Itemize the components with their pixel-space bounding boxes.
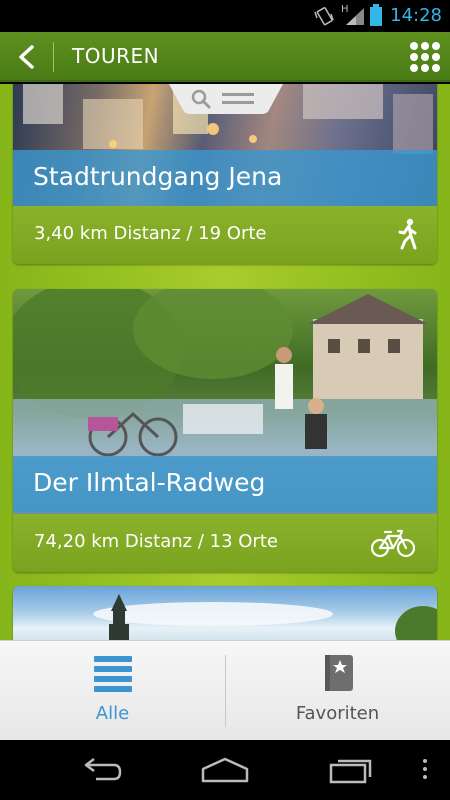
home-nav-icon[interactable] (200, 755, 250, 785)
clock: 14:28 (390, 5, 442, 26)
signal-icon (346, 8, 364, 25)
vibrate-icon (314, 7, 334, 26)
tab-favoriten[interactable]: Favoriten (225, 641, 450, 741)
tour-card[interactable] (13, 586, 437, 640)
back-button[interactable] (12, 42, 42, 72)
overflow-menu-icon[interactable] (421, 755, 429, 785)
status-bar: H 14:28 (0, 0, 450, 32)
back-nav-icon[interactable] (78, 755, 122, 785)
tour-title: Stadtrundgang Jena (33, 162, 283, 191)
action-bar: TOUREN (0, 32, 450, 82)
tour-footer: 3,40 km Distanz / 19 Orte (13, 206, 437, 264)
tour-distance: 74,20 km Distanz / 13 Orte (34, 531, 278, 552)
tour-distance: 3,40 km Distanz / 19 Orte (34, 223, 267, 244)
tour-title: Der Ilmtal-Radweg (33, 468, 266, 497)
page-title: TOUREN (72, 44, 160, 68)
bookmark-star-icon (325, 655, 353, 691)
grid-menu-icon (410, 42, 418, 50)
tour-title-band: Stadtrundgang Jena (13, 150, 437, 206)
tour-title-band: Der Ilmtal-Radweg (13, 456, 437, 512)
action-bar-divider (53, 42, 54, 72)
bicycle-icon (371, 529, 415, 558)
list-icon (94, 656, 132, 692)
tab-favoriten-label: Favoriten (295, 703, 380, 724)
grid-menu-button[interactable] (407, 39, 441, 73)
system-navigation-bar (0, 740, 450, 800)
bottom-navigation: Alle Favoriten (0, 640, 450, 740)
recent-apps-icon[interactable] (328, 755, 374, 785)
tour-photo (13, 586, 437, 640)
chevron-left-icon (19, 45, 34, 69)
tour-card[interactable]: Der Ilmtal-Radweg 74,20 km Distanz / 13 … (13, 289, 437, 572)
tab-alle[interactable]: Alle (0, 641, 225, 741)
search-tab[interactable] (169, 84, 283, 114)
battery-icon (370, 4, 382, 26)
walking-icon (398, 218, 417, 250)
tab-alle-label: Alle (95, 703, 130, 724)
tour-footer: 74,20 km Distanz / 13 Orte (13, 514, 437, 572)
tour-list[interactable]: Stadtrundgang Jena 3,40 km Distanz / 19 … (0, 84, 450, 640)
